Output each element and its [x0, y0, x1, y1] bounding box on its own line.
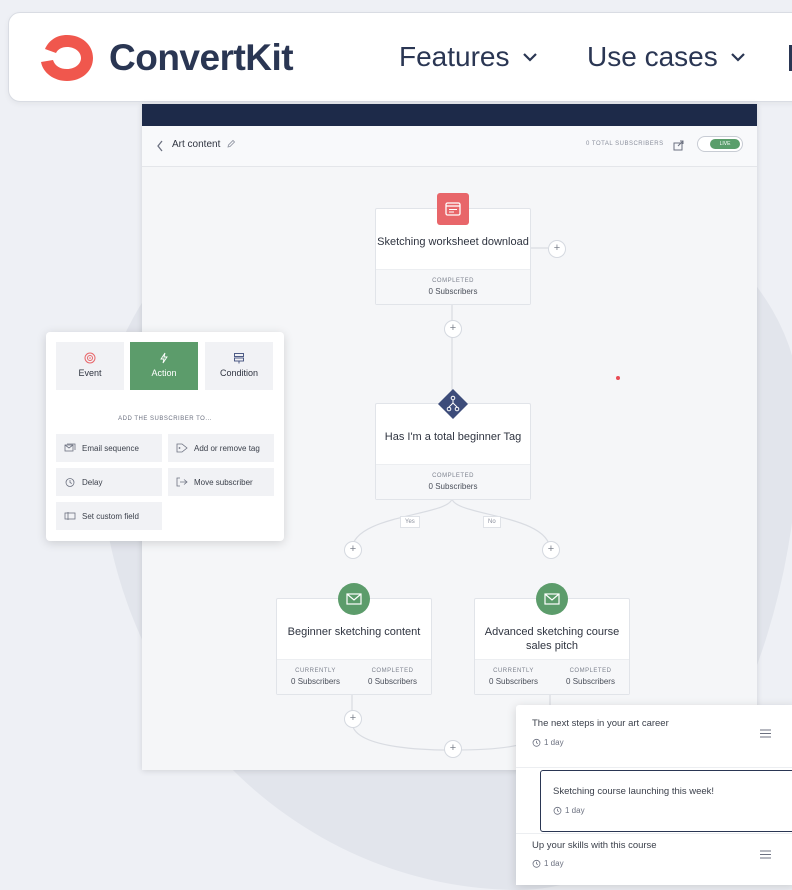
target-icon	[84, 352, 96, 364]
option-set-custom-field[interactable]: Set custom field	[56, 502, 162, 530]
automation-title[interactable]: Art content	[172, 139, 220, 150]
signpost-icon	[234, 353, 244, 364]
option-label: Move subscriber	[194, 477, 253, 487]
site-header: ConvertKit Features Use cases	[8, 12, 792, 102]
nav-features-label: Features	[399, 41, 510, 72]
clock-icon	[532, 738, 541, 747]
tab-action[interactable]: Action	[130, 342, 198, 390]
condition-stats: COMPLETED 0 Subscribers	[376, 464, 530, 499]
convertkit-logo-icon[interactable]	[37, 31, 97, 83]
live-toggle[interactable]: LIVE	[697, 136, 743, 152]
option-label: Email sequence	[82, 443, 139, 453]
option-move-subscriber[interactable]: Move subscriber	[168, 468, 274, 496]
back-icon[interactable]	[156, 140, 164, 152]
live-label: LIVE	[710, 139, 740, 149]
delay-label: 1 day	[544, 738, 564, 747]
stat-label: COMPLETED	[432, 473, 474, 479]
email-icon	[536, 583, 568, 615]
tag-icon	[176, 443, 188, 453]
sequence-stats: CURRENTLY 0 Subscribers COMPLETED 0 Subscr…	[277, 659, 431, 694]
pencil-icon[interactable]	[226, 139, 236, 149]
add-step-button[interactable]: +	[344, 710, 362, 728]
option-delay[interactable]: Delay	[56, 468, 162, 496]
nav-use-cases-label: Use cases	[587, 41, 718, 72]
completed-value: 0 Subscribers	[566, 677, 615, 686]
email-delay: 1 day	[532, 738, 564, 747]
field-icon	[64, 512, 76, 520]
email-sequence-list: The next steps in your art career 1 day …	[516, 705, 792, 885]
nav-use-cases[interactable]: Use cases	[587, 41, 746, 73]
email-item-selected[interactable]: Sketching course launching this week! 1 …	[540, 770, 792, 832]
bolt-icon	[160, 352, 168, 364]
add-step-button[interactable]: +	[344, 541, 362, 559]
tab-label: Action	[151, 368, 177, 378]
tab-label: Condition	[219, 368, 259, 378]
current-label: CURRENTLY	[493, 668, 534, 674]
option-email-sequence[interactable]: Email sequence	[56, 434, 162, 462]
current-value: 0 Subscribers	[489, 677, 538, 686]
drag-handle-icon[interactable]	[760, 850, 771, 859]
email-delay: 1 day	[553, 806, 585, 815]
add-step-button[interactable]: +	[444, 740, 462, 758]
condition-node[interactable]: Has I'm a total beginner Tag COMPLETED 0…	[375, 389, 531, 500]
stat-value: 0 Subscribers	[428, 482, 478, 491]
chevron-down-icon	[522, 53, 537, 62]
stat-value: 0 Subscribers	[428, 287, 478, 296]
trigger-stats: COMPLETED 0 Subscribers	[376, 269, 530, 304]
completed-label: COMPLETED	[371, 668, 414, 674]
current-value: 0 Subscribers	[291, 677, 340, 686]
add-step-panel: Event Action Condition ADD THE SUBSCRIBE…	[46, 332, 284, 541]
sequence-icon	[64, 443, 76, 452]
email-item[interactable]: The next steps in your art career 1 day	[516, 705, 792, 768]
branch-no-label: No	[483, 516, 501, 528]
tab-condition[interactable]: Condition	[205, 342, 273, 390]
sequence-node-beginner[interactable]: Beginner sketching content CURRENTLY 0 Su…	[276, 583, 432, 695]
move-icon	[176, 477, 188, 487]
option-add-remove-tag[interactable]: Add or remove tag	[168, 434, 274, 462]
option-label: Set custom field	[82, 511, 139, 521]
add-step-button[interactable]: +	[444, 320, 462, 338]
current-label: CURRENTLY	[295, 668, 336, 674]
email-title: Up your skills with this course	[532, 840, 657, 851]
tab-label: Event	[78, 368, 102, 378]
app-topbar	[142, 104, 757, 126]
delay-label: 1 day	[565, 806, 585, 815]
cursor-dot	[616, 376, 620, 380]
delay-label: 1 day	[544, 859, 564, 868]
sequence-node-advanced[interactable]: Advanced sketching course sales pitch CU…	[474, 583, 630, 695]
nav-features[interactable]: Features	[399, 41, 538, 73]
email-icon	[338, 583, 370, 615]
email-title: Sketching course launching this week!	[553, 786, 715, 797]
tab-event[interactable]: Event	[56, 342, 124, 390]
clock-icon	[532, 859, 541, 868]
email-delay: 1 day	[532, 859, 564, 868]
brand-name[interactable]: ConvertKit	[109, 37, 294, 79]
email-title: The next steps in your art career	[532, 718, 669, 729]
email-item[interactable]: Up your skills with this course 1 day	[516, 833, 792, 886]
stat-label: COMPLETED	[432, 278, 474, 284]
add-step-button[interactable]: +	[542, 541, 560, 559]
completed-value: 0 Subscribers	[368, 677, 417, 686]
chevron-down-icon	[730, 53, 745, 62]
clock-icon	[65, 478, 75, 487]
completed-label: COMPLETED	[569, 668, 612, 674]
branch-icon	[437, 388, 469, 420]
drag-handle-icon[interactable]	[760, 729, 771, 738]
add-step-button[interactable]: +	[548, 240, 566, 258]
editor-toolbar: Art content 0 TOTAL SUBSCRIBERS LIVE	[142, 126, 757, 167]
clock-icon	[553, 806, 562, 815]
panel-heading: ADD THE SUBSCRIBER TO...	[118, 416, 212, 422]
share-icon[interactable]	[672, 138, 686, 152]
option-label: Delay	[82, 477, 103, 487]
form-icon	[437, 193, 469, 225]
branch-yes-label: Yes	[400, 516, 420, 528]
total-subscribers: 0 TOTAL SUBSCRIBERS	[586, 141, 664, 147]
trigger-node[interactable]: Sketching worksheet download COMPLETED 0…	[375, 193, 531, 305]
sequence-stats: CURRENTLY 0 Subscribers COMPLETED 0 Subscr…	[475, 659, 629, 694]
option-label: Add or remove tag	[194, 443, 260, 453]
